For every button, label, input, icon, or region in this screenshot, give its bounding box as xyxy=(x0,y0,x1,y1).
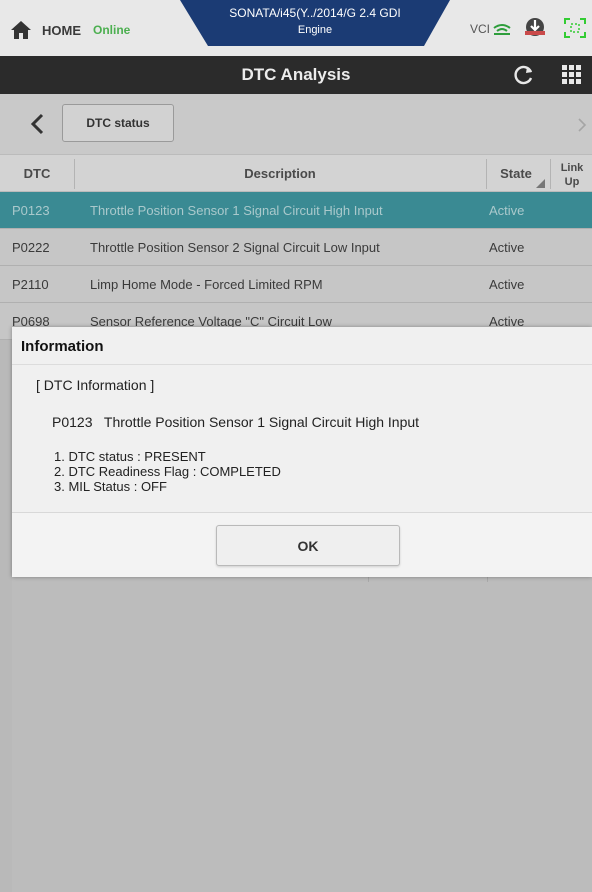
table-header: DTC Description State Link Up xyxy=(0,154,592,192)
column-header-description[interactable]: Description xyxy=(74,155,486,193)
table-row[interactable]: P0222 Throttle Position Sensor 2 Signal … xyxy=(0,229,592,266)
wifi-icon xyxy=(493,24,511,35)
dtc-state: Active xyxy=(489,203,525,218)
dialog-header: Information xyxy=(12,327,592,365)
nav-strip: DTC status xyxy=(0,94,592,154)
title-bar: DTC Analysis xyxy=(0,56,592,94)
scan-icon[interactable] xyxy=(564,18,586,38)
connection-status: Online xyxy=(93,23,131,37)
information-dialog: Information [ DTC Information ] P0123 Th… xyxy=(12,327,592,577)
dialog-body: [ DTC Information ] P0123 Throttle Posit… xyxy=(12,365,592,513)
dialog-footer: OK xyxy=(12,513,592,577)
vehicle-download-icon[interactable] xyxy=(524,16,546,38)
dtc-description: Throttle Position Sensor 2 Signal Circui… xyxy=(90,240,380,255)
dialog-section-title: [ DTC Information ] xyxy=(36,377,155,393)
home-icon xyxy=(11,21,31,39)
dtc-status-button[interactable]: DTC status xyxy=(62,104,174,142)
vci-status[interactable]: VCI xyxy=(470,22,512,36)
home-label: HOME xyxy=(42,22,81,38)
chevron-left-icon[interactable] xyxy=(28,112,48,136)
column-header-link-up[interactable]: Link Up xyxy=(552,161,592,189)
dtc-code: P0222 xyxy=(12,240,50,255)
chevron-right-icon[interactable] xyxy=(574,114,590,136)
dtc-code: P0123 xyxy=(12,203,50,218)
top-status-bar: HOME Online SONATA/i45(Y../2014/G 2.4 GD… xyxy=(0,0,592,56)
dtc-state: Active xyxy=(489,277,525,292)
vehicle-name: SONATA/i45(Y../2014/G 2.4 GDI xyxy=(229,6,401,20)
dialog-info-item: 1. DTC status : PRESENT xyxy=(54,449,206,464)
grid-menu-icon xyxy=(562,65,581,84)
app-screen: HOME Online SONATA/i45(Y../2014/G 2.4 GD… xyxy=(0,0,592,892)
dtc-code: P2110 xyxy=(12,277,49,292)
column-divider xyxy=(550,159,551,189)
ok-button[interactable]: OK xyxy=(216,525,400,566)
refresh-button[interactable] xyxy=(500,56,548,94)
home-button[interactable]: HOME Online xyxy=(10,20,130,40)
vehicle-info-tab[interactable]: SONATA/i45(Y../2014/G 2.4 GDI Engine xyxy=(180,0,450,46)
dialog-dtc-line: P0123 Throttle Position Sensor 1 Signal … xyxy=(52,414,420,430)
menu-grid-button[interactable] xyxy=(552,56,592,94)
dimmed-background xyxy=(12,577,592,892)
vci-label: VCI xyxy=(470,22,491,36)
refresh-icon xyxy=(514,65,533,85)
dtc-state: Active xyxy=(489,240,525,255)
table-row[interactable]: P2110 Limp Home Mode - Forced Limited RP… xyxy=(0,266,592,303)
dialog-info-item: 2. DTC Readiness Flag : COMPLETED xyxy=(54,464,281,479)
dialog-info-item: 3. MIL Status : OFF xyxy=(54,479,167,494)
dialog-info-list: 1. DTC status : PRESENT 2. DTC Readiness… xyxy=(54,449,281,494)
dialog-title: Information xyxy=(21,338,104,355)
dtc-description: Throttle Position Sensor 1 Signal Circui… xyxy=(90,203,383,218)
vehicle-system: Engine xyxy=(297,24,333,36)
dtc-description: Limp Home Mode - Forced Limited RPM xyxy=(90,277,323,292)
table-row[interactable]: P0123 Throttle Position Sensor 1 Signal … xyxy=(0,192,592,229)
column-header-dtc[interactable]: DTC xyxy=(0,155,74,193)
sort-indicator-icon xyxy=(536,179,545,188)
